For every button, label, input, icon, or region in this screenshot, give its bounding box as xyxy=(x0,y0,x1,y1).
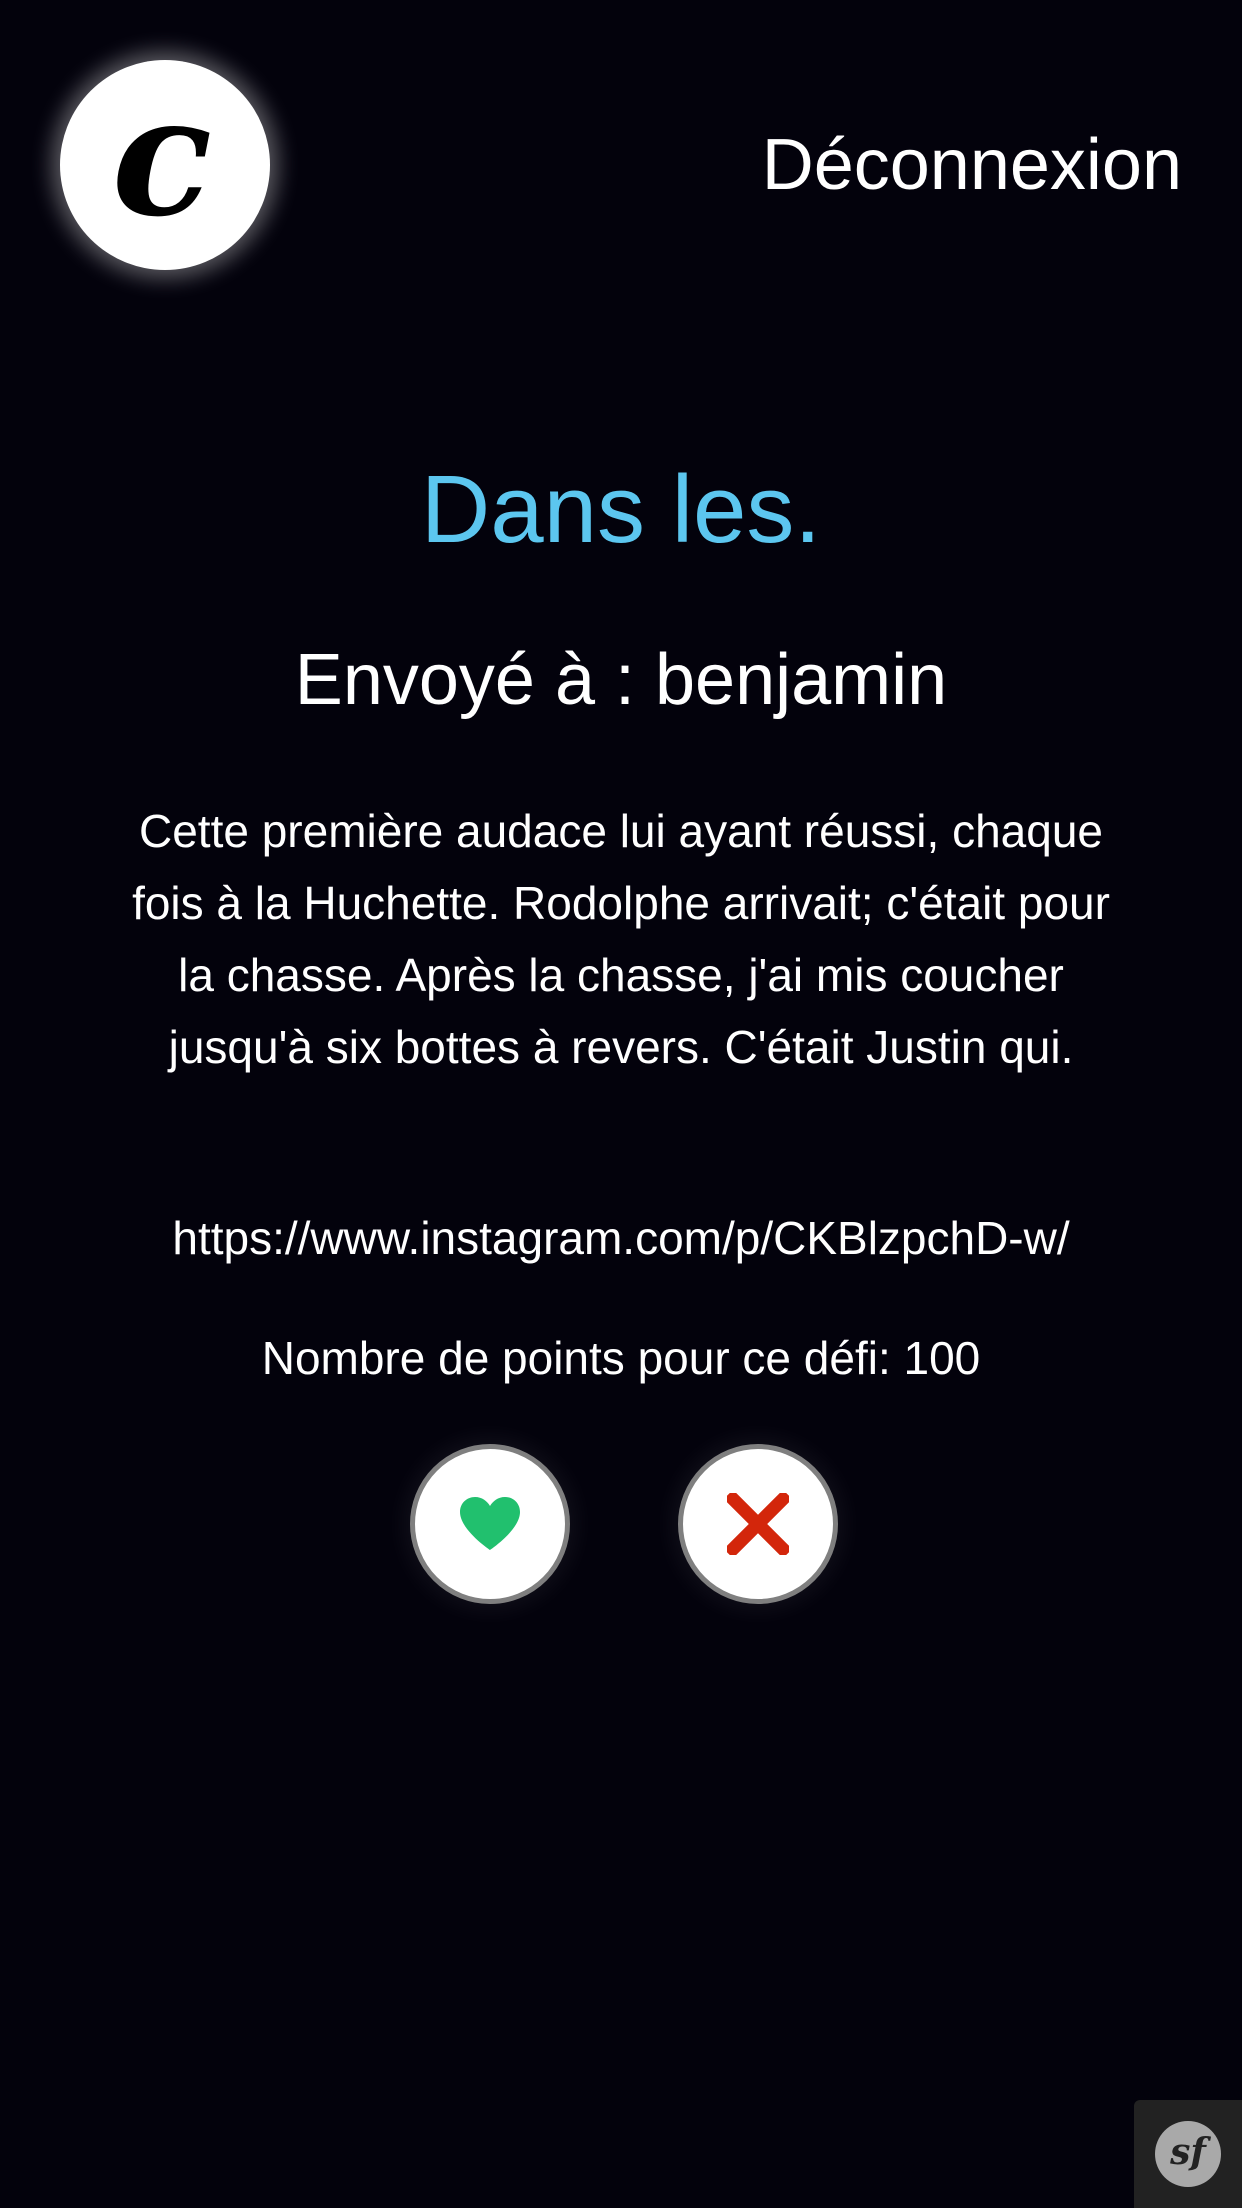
heart-icon xyxy=(460,1497,520,1550)
symfony-logo-text: sf xyxy=(1170,2131,1206,2173)
challenge-title: Dans les. xyxy=(420,456,822,563)
app-logo[interactable]: c xyxy=(60,60,270,270)
points-label: Nombre de points pour ce défi: 100 xyxy=(261,1332,981,1384)
logout-link[interactable]: Déconnexion xyxy=(762,124,1182,206)
dismiss-button[interactable] xyxy=(678,1444,838,1604)
logo-letter: c xyxy=(111,58,213,253)
header: c Déconnexion xyxy=(0,0,1242,330)
challenge-description: Cette première audace lui ayant réussi, … xyxy=(132,805,1110,1073)
recipient-label: Envoyé à : benjamin xyxy=(294,640,948,720)
symfony-icon: sf xyxy=(1155,2121,1221,2187)
like-button[interactable] xyxy=(410,1444,570,1604)
close-icon xyxy=(727,1493,789,1555)
debug-toolbar-toggle[interactable]: sf xyxy=(1134,2100,1242,2208)
challenge-link[interactable]: https://www.instagram.com/p/CKBlzpchD-w/ xyxy=(0,1208,1242,1268)
